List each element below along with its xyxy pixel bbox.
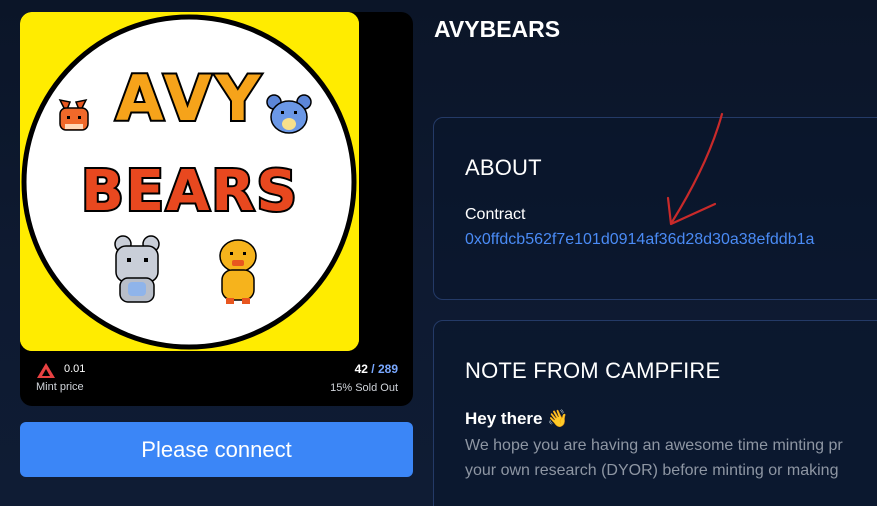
collection-logo-image: AVY BEARS	[20, 12, 359, 351]
about-panel: ABOUT Contract 0x0ffdcb562f7e101d0914af3…	[433, 117, 877, 300]
nft-card: AVY BEARS 0.01 Mint price 42 / 289 15% S…	[20, 12, 413, 406]
note-body: We hope you are having an awesome time m…	[465, 433, 843, 483]
mint-price-value: 0.01	[64, 363, 86, 375]
collection-title: AVYBEARS	[434, 16, 561, 42]
duck-icon	[219, 239, 257, 304]
mint-stats: 0.01 Mint price 42 / 289 15% Sold Out	[20, 351, 413, 406]
total-supply: 289	[377, 362, 398, 376]
note-heading: Hey there 👋	[465, 409, 569, 428]
about-title: ABOUT	[465, 155, 542, 180]
contract-label: Contract	[465, 206, 526, 223]
artwork-title-avy: AVY	[116, 62, 265, 135]
note-title: NOTE FROM CAMPFIRE	[465, 358, 721, 383]
minted-separator: /	[367, 362, 378, 376]
minted-current: 42	[354, 362, 368, 376]
contract-address-link[interactable]: 0x0ffdcb562f7e101d0914af36d28d30a38efddb…	[465, 231, 814, 249]
please-connect-button[interactable]: Please connect	[20, 422, 413, 477]
note-body-line-1: We hope you are having an awesome time m…	[465, 437, 843, 454]
note-body-line-2: your own research (DYOR) before minting …	[465, 462, 839, 479]
sold-out-percentage: 15% Sold Out	[330, 382, 398, 394]
note-panel: NOTE FROM CAMPFIRE Hey there 👋 We hope y…	[433, 320, 877, 506]
avalanche-logo-icon	[37, 363, 55, 378]
artwork-title-bears: BEARS	[81, 159, 299, 224]
grey-mouse-icon	[114, 235, 160, 303]
mint-price-label: Mint price	[36, 381, 84, 393]
collection-artwork: AVY BEARS	[20, 12, 359, 351]
minted-count: 42 / 289	[355, 362, 398, 376]
